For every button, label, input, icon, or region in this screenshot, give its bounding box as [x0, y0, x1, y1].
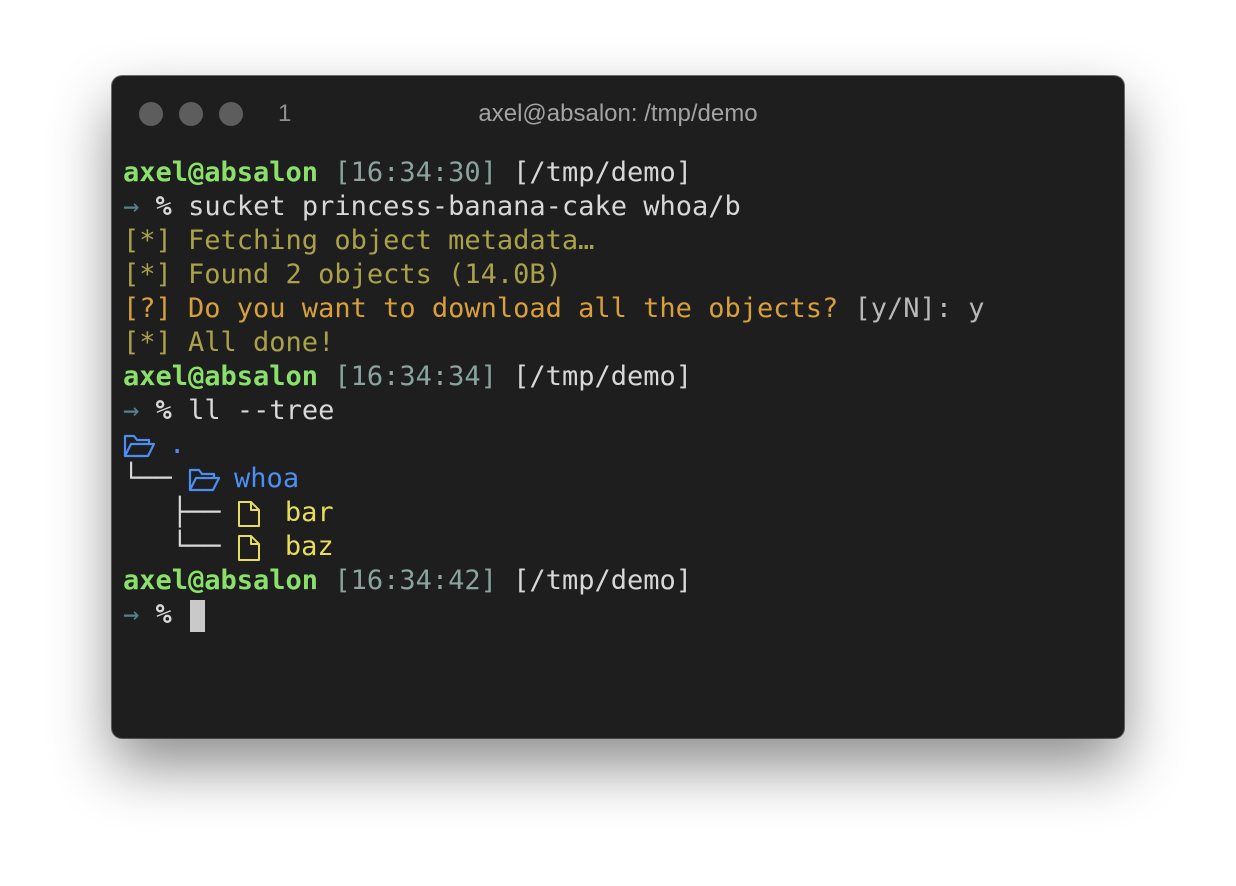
command-line: → %: [123, 598, 1113, 632]
output-answer: [y/N]: y: [838, 293, 985, 324]
prompt-path: [/tmp/demo]: [513, 361, 692, 392]
prompt-time: [16:34:34]: [334, 361, 497, 392]
output-question-line: [?] Do you want to download all the obje…: [123, 292, 1113, 326]
tree-file-name: bar: [284, 497, 334, 528]
folder-open-icon: [123, 433, 156, 459]
tree-dir-name: whoa: [234, 463, 300, 494]
prompt-symbol: %: [155, 191, 172, 222]
command-line: → % ll --tree: [123, 394, 1113, 428]
text-cursor: [190, 599, 206, 632]
prompt-symbol: %: [155, 599, 172, 630]
output-fetching: [*] Fetching object metadata…: [123, 225, 595, 256]
prompt-arrow-icon: →: [123, 395, 140, 426]
prompt-user: axel@absalon: [123, 361, 319, 392]
tree-root: .: [123, 428, 1113, 462]
prompt-arrow-icon: →: [123, 191, 140, 222]
tree-file-name: baz: [284, 531, 334, 562]
title-bar: 1 axel@absalon: /tmp/demo: [112, 76, 1124, 152]
prompt-header: axel@absalon [16:34:30] [/tmp/demo]: [123, 156, 1113, 190]
terminal-output[interactable]: axel@absalon [16:34:30] [/tmp/demo] → % …: [123, 156, 1113, 632]
folder-open-icon: [188, 467, 221, 493]
tree-file-row: ├── bar: [123, 496, 1113, 530]
tree-file-row: └── baz: [123, 530, 1113, 564]
prompt-header: axel@absalon [16:34:34] [/tmp/demo]: [123, 360, 1113, 394]
command-text: sucket princess-banana-cake whoa/b: [188, 191, 741, 222]
command-line: → % sucket princess-banana-cake whoa/b: [123, 190, 1113, 224]
file-icon: [237, 500, 261, 528]
command-text: ll --tree: [188, 395, 335, 426]
tree-branch: └──: [171, 531, 221, 562]
window-title: axel@absalon: /tmp/demo: [478, 100, 758, 127]
tree-root-name: .: [169, 429, 186, 460]
prompt-time: [16:34:42]: [334, 565, 497, 596]
output-question: [?] Do you want to download all the obje…: [123, 293, 839, 324]
prompt-arrow-icon: →: [123, 599, 140, 630]
output-found: [*] Found 2 objects (14.0B): [123, 259, 562, 290]
prompt-path: [/tmp/demo]: [513, 157, 692, 188]
prompt-time: [16:34:30]: [334, 157, 497, 188]
prompt-path: [/tmp/demo]: [513, 565, 692, 596]
file-icon: [237, 534, 261, 562]
prompt-symbol: %: [155, 395, 172, 426]
prompt-header: axel@absalon [16:34:42] [/tmp/demo]: [123, 564, 1113, 598]
tree-dir-row: └── whoa: [123, 462, 1113, 496]
prompt-user: axel@absalon: [123, 565, 319, 596]
prompt-user: axel@absalon: [123, 157, 319, 188]
tree-branch: ├──: [171, 497, 221, 528]
tree-branch: └──: [123, 463, 172, 494]
output-done: [*] All done!: [123, 327, 335, 358]
terminal-window: 1 axel@absalon: /tmp/demo axel@absalon […: [112, 76, 1124, 738]
